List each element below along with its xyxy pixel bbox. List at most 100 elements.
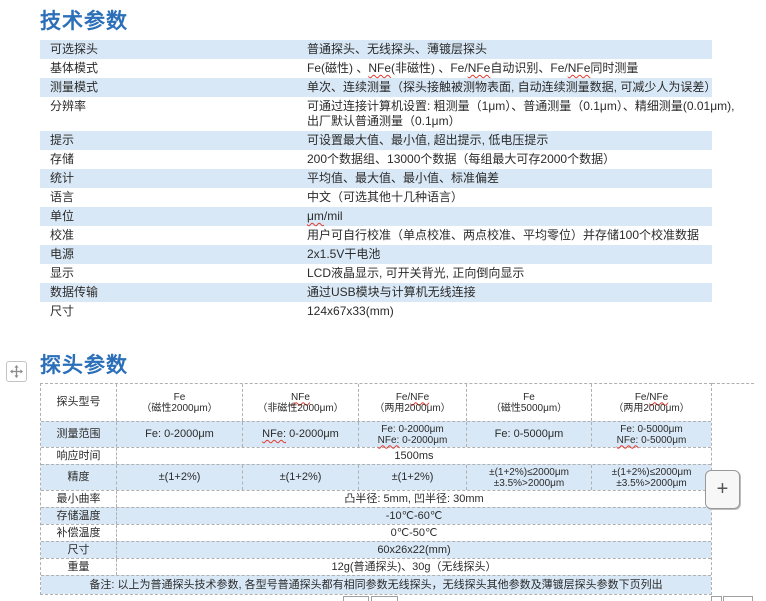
text-segment: 12g(普通探头)、30g（无线探头）	[331, 561, 496, 573]
cell-line: Fe: 0-2000μm	[145, 428, 214, 441]
probe-row: 存储温度 -10℃-60℃	[41, 507, 711, 524]
probe-row: 精度±(1+2%)±(1+2%)±(1+2%)±(1+2%)≤2000μm±3.…	[41, 464, 711, 490]
spec-label: 语言	[40, 190, 307, 205]
spec-row: 统计平均值、最大值、最小值、标准偏差	[40, 169, 712, 188]
probe-row: 测量范围Fe: 0-2000μmNFe: 0-2000μmFe: 0-2000μ…	[41, 421, 711, 447]
probe-row-label: 精度	[41, 465, 116, 490]
misspelled-text: NFe:	[262, 428, 286, 440]
probe-merged-cell: 凸半径: 5mm, 凹半径: 30mm	[116, 491, 711, 507]
probe-row: 响应时间1500ms	[41, 447, 711, 464]
probe-cell: Fe: 0-5000μm	[466, 422, 591, 447]
probe-cell: NFe（非磁性2000μm）	[242, 384, 358, 421]
cell-line: 1500ms	[394, 450, 433, 463]
probe-cell: Fe: 0-5000μmNFe: 0-5000μm	[591, 422, 711, 447]
spec-label: 尺寸	[40, 304, 307, 319]
cell-line: 备注: 以上为普通探头技术参数, 各型号普通探头都有相同参数无线探头，无线探头其…	[89, 579, 662, 592]
cell-line: Fe: 0-5000μm	[495, 428, 564, 441]
probe-merged-cell: 60x26x22(mm)	[116, 542, 711, 558]
spec-label: 可选探头	[40, 42, 307, 57]
spec-row: 数据传输通过USB模块与计算机无线连接	[40, 283, 712, 302]
text-segment: ±3.5%>2000μm	[616, 478, 686, 489]
probe-row: 尺寸60x26x22(mm)	[41, 541, 711, 558]
misspelled-text: NFe	[291, 392, 310, 403]
spec-row: 提示可设置最大值、最小值, 超出提示, 低电压提示	[40, 131, 712, 150]
spec-label: 电源	[40, 247, 307, 262]
plus-icon: +	[717, 478, 729, 501]
probe-note-cell: 备注: 以上为普通探头技术参数, 各型号普通探头都有相同参数无线探头，无线探头其…	[41, 576, 711, 594]
cell-line: ±3.5%>2000μm	[616, 478, 686, 489]
spec-value: Fe(磁性) 、NFe(非磁性) 、Fe/NFe自动识别、Fe/NFe同时测量	[307, 61, 638, 76]
text-segment: 同时测量	[590, 61, 638, 75]
probe-section-title: 探头参数	[40, 349, 128, 379]
probe-row-label: 探头型号	[41, 384, 116, 421]
add-button[interactable]: +	[705, 470, 740, 509]
move-icon	[10, 365, 23, 378]
cell-line: Fe/NFe	[396, 392, 429, 403]
cell-line: Fe: 0-5000μm	[620, 424, 682, 435]
cell-line: Fe	[174, 392, 186, 403]
cell-line: 凸半径: 5mm, 凹半径: 30mm	[344, 493, 483, 506]
text-segment: Fe: 0-2000μm	[381, 424, 443, 435]
text-segment: 0-2000μm	[399, 435, 447, 446]
text-segment: （两用2000μm）	[374, 403, 450, 414]
cell-line: NFe: 0-5000μm	[617, 435, 687, 446]
next-page-table-fragment	[371, 596, 398, 601]
probe-cell: Fe/NFe（两用2000μm）	[591, 384, 711, 421]
probe-cell: ±(1+2%)	[242, 465, 358, 490]
probe-merged-cell: 0℃-50℃	[116, 525, 711, 541]
text-segment: 0℃-50℃	[391, 527, 438, 539]
cell-line: ±(1+2%)	[159, 471, 201, 484]
table-move-handle[interactable]	[6, 361, 27, 382]
misspelled-text: NFe	[410, 392, 429, 403]
spec-value: LCD液晶显示, 可开关背光, 正向倒向显示	[307, 266, 524, 281]
spec-label: 基体模式	[40, 61, 307, 76]
cell-line: 12g(普通探头)、30g（无线探头）	[331, 561, 496, 574]
text-segment: 凸半径: 5mm, 凹半径: 30mm	[344, 493, 483, 505]
probe-row: 备注: 以上为普通探头技术参数, 各型号普通探头都有相同参数无线探头，无线探头其…	[41, 575, 711, 594]
probe-merged-cell: 1500ms	[116, 448, 711, 464]
cell-line: 0℃-50℃	[391, 527, 438, 540]
text-segment: Fe: 0-5000μm	[620, 424, 682, 435]
cell-line: ±(1+2%)	[392, 471, 434, 484]
text-segment: ±3.5%>2000μm	[494, 478, 564, 489]
text-segment: （磁性2000μm）	[141, 403, 217, 414]
misspelled-text: NFe:	[378, 435, 400, 446]
cell-line: ±3.5%>2000μm	[494, 478, 564, 489]
probe-row-label: 尺寸	[41, 542, 116, 558]
cell-line: Fe: 0-2000μm	[381, 424, 443, 435]
text-segment: 可通过连接计算机设置: 粗测量（1μm）、普通测量（0.1μm）、精细测量(0.…	[307, 99, 734, 113]
probe-cell: ±(1+2%)≤2000μm±3.5%>2000μm	[591, 465, 711, 490]
probe-row-label: 补偿温度	[41, 525, 116, 541]
text-segment: （非磁性2000μm）	[257, 403, 343, 414]
cell-line: Fe	[523, 392, 535, 403]
probe-row-label: 测量范围	[41, 422, 116, 447]
text-segment: ±(1+2%)≤2000μm	[489, 467, 569, 478]
spec-label: 存储	[40, 152, 307, 167]
tech-section-title: 技术参数	[40, 5, 128, 35]
text-segment: Fe/	[396, 392, 410, 403]
probe-row-label: 存储温度	[41, 508, 116, 524]
text-segment: 2x1.5V干电池	[307, 247, 380, 261]
spec-value: 普通探头、无线探头、薄镀层探头	[307, 42, 487, 57]
spec-row: 基体模式Fe(磁性) 、NFe(非磁性) 、Fe/NFe自动识别、Fe/NFe同…	[40, 59, 712, 78]
spec-value: 可设置最大值、最小值, 超出提示, 低电压提示	[307, 133, 548, 148]
probe-cell: Fe: 0-2000μm	[116, 422, 242, 447]
text-segment: -10℃-60℃	[386, 510, 443, 522]
spec-label: 测量模式	[40, 80, 307, 95]
text-segment: Fe	[523, 392, 535, 403]
spec-row: 语言中文（可选其他十几种语言）	[40, 188, 712, 207]
spec-value: 中文（可选其他十几种语言）	[307, 190, 463, 205]
spec-row: 电源2x1.5V干电池	[40, 245, 712, 264]
cell-line: -10℃-60℃	[386, 510, 443, 523]
spec-value: 平均值、最大值、最小值、标准偏差	[307, 171, 499, 186]
text-segment: LCD液晶显示, 可开关背光, 正向倒向显示	[307, 266, 524, 280]
misspelled-text: μm	[307, 209, 324, 223]
text-segment: ±(1+2%)≤2000μm	[612, 467, 692, 478]
text-segment: Fe	[174, 392, 186, 403]
text-segment: （两用2000μm）	[613, 403, 689, 414]
cell-line: （两用2000μm）	[613, 403, 689, 414]
spec-value: 124x67x33(mm)	[307, 304, 394, 319]
text-segment: Fe(磁性) 、	[307, 61, 368, 75]
probe-cell: ±(1+2%)	[116, 465, 242, 490]
spec-row: 单位μm/mil	[40, 207, 712, 226]
